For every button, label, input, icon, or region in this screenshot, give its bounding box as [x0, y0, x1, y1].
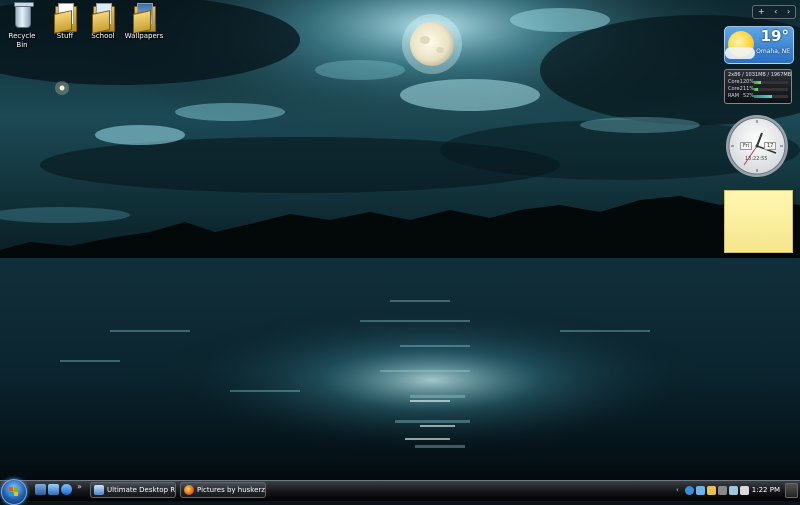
taskbar-button-pictures[interactable]: Pictures by huskerz8...: [180, 482, 266, 498]
sidebar-controls: + ‹ ›: [752, 5, 796, 19]
add-gadget-button[interactable]: +: [758, 7, 765, 17]
recycle-bin-icon: [9, 2, 35, 30]
taskbar-button-label: Ultimate Desktop Ri...: [107, 486, 176, 494]
meter-label: Core2: [728, 86, 743, 92]
meter-percent: 52%: [743, 93, 755, 99]
tray-clock[interactable]: 1:22 PM: [752, 486, 780, 494]
meter-percent: 20%: [743, 79, 755, 85]
meter-bar-fill: [754, 81, 761, 84]
weather-gadget[interactable]: 19° Omaha, NE: [724, 26, 794, 64]
cloud-icon: [725, 47, 755, 59]
meter-row-core1: Core1 20%: [728, 79, 788, 86]
meter-label: Core1: [728, 79, 743, 85]
folder-icon: [52, 2, 78, 34]
volume-icon[interactable]: [740, 485, 749, 495]
desktop-icon-label: Wallpapers: [124, 32, 164, 40]
taskbar-button-label: Pictures by huskerz8...: [197, 486, 265, 494]
printer-icon[interactable]: [718, 485, 727, 495]
clock-day: Fri: [740, 142, 752, 150]
firefox-icon: [184, 485, 194, 495]
memory-summary: 2x86 / 1031MB / 1967MB: [728, 72, 792, 78]
folder-icon: [131, 2, 157, 34]
sticky-note-gadget[interactable]: [724, 190, 793, 253]
weather-city: Omaha, NE: [756, 48, 790, 55]
desktop-icon-label: School: [91, 32, 115, 40]
meter-row-core2: Core2 11%: [728, 86, 788, 93]
show-desktop-button[interactable]: [785, 483, 798, 498]
cpu-meter-gadget[interactable]: 2x86 / 1031MB / 1967MB Core1 20% Core2 1…: [724, 69, 792, 104]
desktop-wallpaper: [0, 0, 800, 480]
clock-gadget[interactable]: Fri 17 13:22:55: [724, 113, 790, 179]
messenger-icon[interactable]: [696, 485, 705, 495]
show-desktop-quicklaunch-icon[interactable]: [35, 484, 46, 495]
windows-logo-icon: [9, 487, 19, 497]
start-button[interactable]: [1, 479, 27, 505]
quicklaunch-overflow-button[interactable]: »: [77, 482, 82, 491]
tray-expand-icon[interactable]: ‹: [676, 486, 683, 494]
previous-page-button[interactable]: ‹: [774, 7, 777, 17]
meter-bar: [754, 95, 788, 98]
meter-bar: [754, 88, 788, 91]
explorer-window-icon: [94, 485, 104, 495]
switch-windows-quicklaunch-icon[interactable]: [48, 484, 59, 495]
desktop-icon-recycle-bin[interactable]: Recycle Bin: [2, 2, 42, 50]
internet-explorer-quicklaunch-icon[interactable]: [61, 484, 72, 495]
desktop-icon-wallpapers[interactable]: Wallpapers: [122, 2, 166, 41]
meter-label: RAM: [728, 93, 740, 99]
clock-face-icon: [726, 115, 788, 177]
taskbar-button-ultimate-desktop[interactable]: Ultimate Desktop Ri...: [90, 482, 176, 498]
desktop-icon-label: Recycle Bin: [8, 32, 36, 49]
clock-digital-time: 13:22:55: [745, 156, 768, 162]
meter-percent: 11%: [743, 86, 755, 92]
meter-bar-fill: [754, 95, 772, 98]
meter-bar: [754, 81, 788, 84]
network-globe-icon[interactable]: [685, 485, 694, 495]
system-tray: ‹ 1:22 PM: [676, 482, 798, 498]
desktop-icon-stuff[interactable]: Stuff: [44, 2, 86, 41]
next-page-button[interactable]: ›: [787, 7, 790, 17]
clock-date: 17: [764, 142, 777, 150]
folder-icon: [90, 2, 116, 34]
desktop-icon-school[interactable]: School: [82, 2, 124, 41]
meter-row-ram: RAM 52%: [728, 93, 788, 100]
shield-icon[interactable]: [707, 485, 716, 495]
meter-bar-fill: [754, 88, 758, 91]
desktop-icon-label: Stuff: [56, 32, 74, 40]
weather-temperature: 19°: [760, 27, 789, 45]
network-icon[interactable]: [729, 485, 738, 495]
